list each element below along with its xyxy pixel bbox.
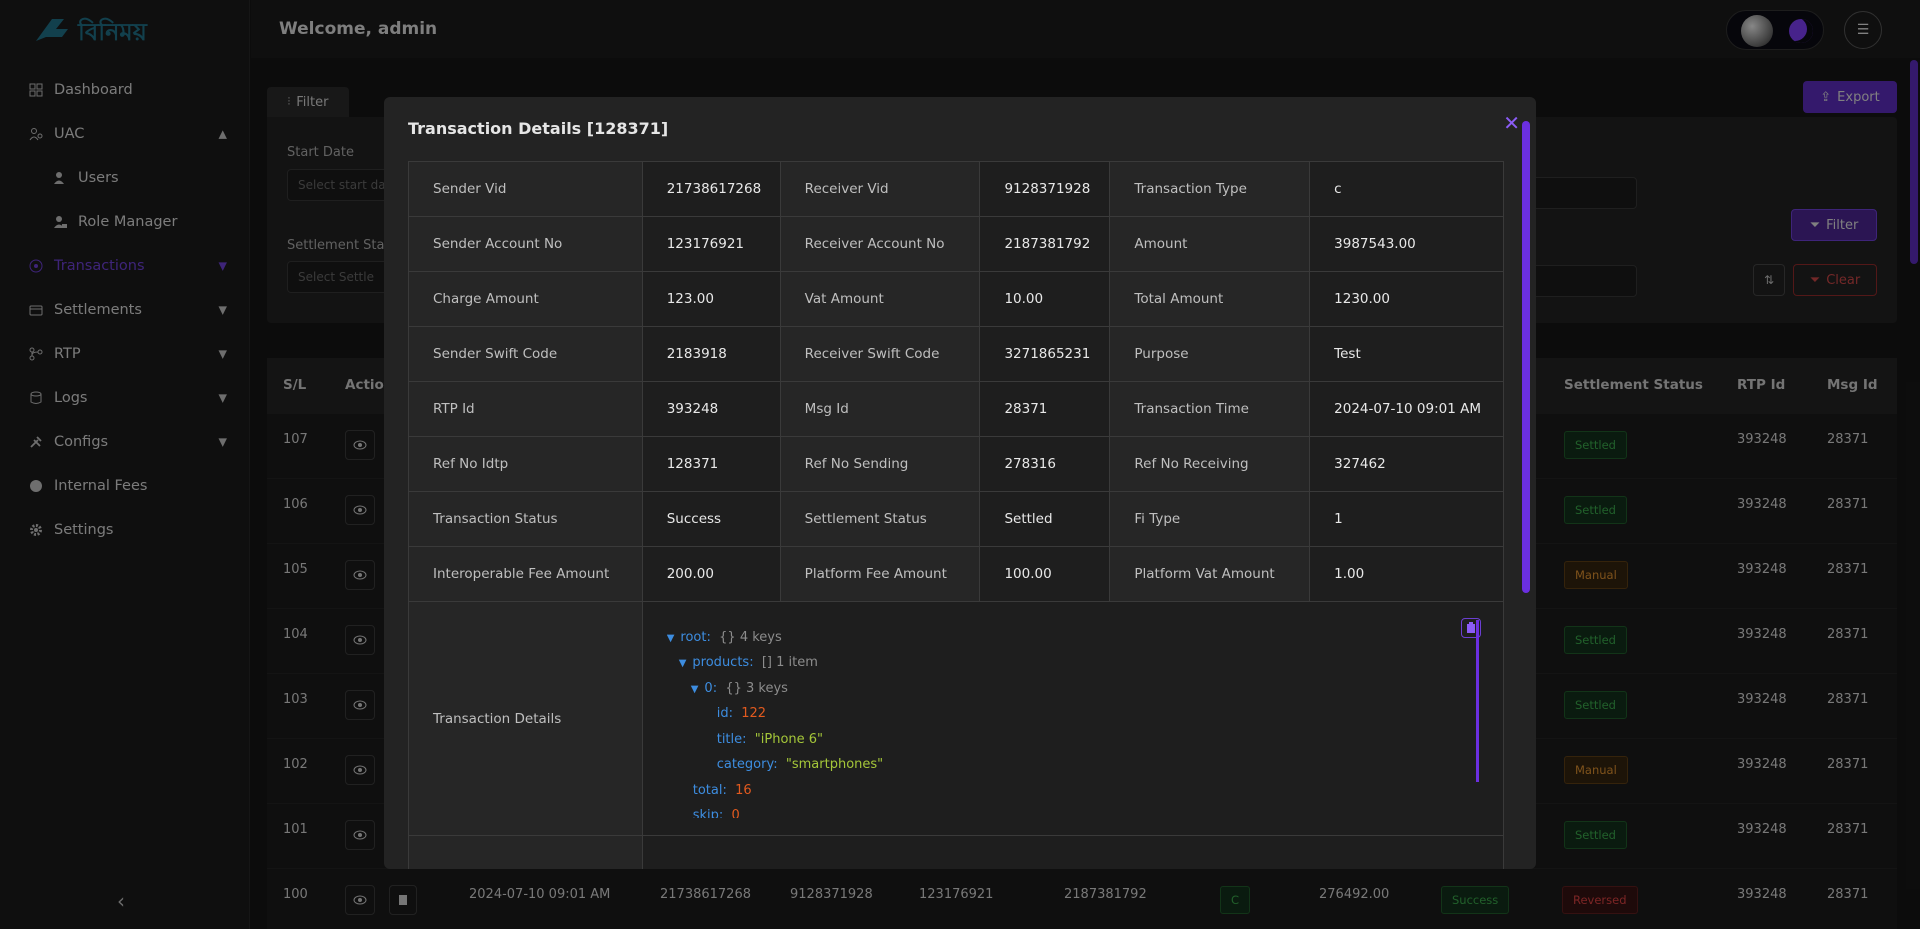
detail-label: Fi Type xyxy=(1109,491,1311,547)
detail-label: Vat Amount xyxy=(779,271,981,327)
detail-value: 1.00 xyxy=(1309,546,1504,602)
json-value: 122 xyxy=(741,706,767,721)
detail-value: 2187381792 xyxy=(979,216,1111,272)
modal-title: Transaction Details [128371] xyxy=(408,119,669,138)
detail-value: 3987543.00 xyxy=(1309,216,1504,272)
detail-label: Interoperable Fee Amount xyxy=(408,546,643,602)
detail-value: 128371 xyxy=(641,436,781,492)
detail-label: Ref No Sending xyxy=(779,436,981,492)
detail-value: 123176921 xyxy=(641,216,781,272)
details-table: Sender Vid 21738617268 Receiver Vid 9128371… xyxy=(408,161,1505,869)
json-meta: {} 3 keys xyxy=(725,681,788,696)
detail-value: 100.00 xyxy=(979,546,1111,602)
detail-value: 10.00 xyxy=(979,271,1111,327)
json-key: category: xyxy=(716,757,778,772)
detail-value: 2183918 xyxy=(641,326,781,382)
detail-value: 21738617268 xyxy=(641,161,781,217)
details-row xyxy=(408,835,1505,869)
details-cell xyxy=(408,835,643,869)
detail-value: 2024-07-10 09:01 AM xyxy=(1309,381,1504,437)
details-row: Ref No Idtp 128371 Ref No Sending 278316 Ref… xyxy=(408,436,1504,492)
close-icon[interactable]: ✕ xyxy=(1503,111,1520,135)
json-key: products: xyxy=(692,655,754,670)
detail-label: Settlement Status xyxy=(779,491,981,547)
json-item-0[interactable]: ▼ 0: {} 3 keys xyxy=(691,681,788,696)
details-row: Sender Account No 123176921 Receiver Accou… xyxy=(408,216,1504,272)
detail-label: Msg Id xyxy=(779,381,981,437)
detail-value: 123.00 xyxy=(641,271,781,327)
modal-scrollbar[interactable] xyxy=(1522,121,1530,593)
json-products[interactable]: ▼ products: [] 1 item xyxy=(679,655,818,670)
detail-value: 1230.00 xyxy=(1309,271,1504,327)
detail-value: 3271865231 xyxy=(979,326,1111,382)
triangle-down-icon: ▼ xyxy=(666,633,675,644)
detail-label: Transaction Status xyxy=(408,491,643,547)
detail-label: Total Amount xyxy=(1109,271,1311,327)
detail-label: Receiver Vid xyxy=(779,161,981,217)
detail-label: Ref No Idtp xyxy=(408,436,643,492)
detail-label: Charge Amount xyxy=(408,271,643,327)
json-meta: {} 4 keys xyxy=(719,630,782,645)
triangle-down-icon: ▼ xyxy=(678,658,687,669)
json-id: id: 122 xyxy=(717,706,766,721)
json-cell: ▼ root: {} 4 keys ▼ products: [] 1 item ▼ 0… xyxy=(641,601,1505,836)
detail-label: Receiver Account No xyxy=(779,216,981,272)
json-key: title: xyxy=(716,732,747,747)
detail-value: Success xyxy=(641,491,781,547)
detail-label: Transaction Type xyxy=(1109,161,1311,217)
detail-value: Test xyxy=(1309,326,1504,382)
json-row: Transaction Details ▼ root: {} 4 keys ▼ pr… xyxy=(408,601,1505,836)
json-scrollbar[interactable] xyxy=(1476,620,1479,782)
details-row: Sender Vid 21738617268 Receiver Vid 9128371… xyxy=(408,161,1504,217)
detail-label: Sender Vid xyxy=(408,161,643,217)
json-value: 16 xyxy=(735,783,752,798)
detail-label: Platform Vat Amount xyxy=(1109,546,1311,602)
details-row: Transaction Status Success Settlement Stat… xyxy=(408,491,1504,547)
detail-label: Sender Account No xyxy=(408,216,643,272)
json-category: category: "smartphones" xyxy=(717,757,883,772)
detail-label: Amount xyxy=(1109,216,1311,272)
json-total: total: 16 xyxy=(693,783,752,798)
detail-value: Settled xyxy=(979,491,1111,547)
json-key: 0: xyxy=(704,681,718,696)
detail-value: 9128371928 xyxy=(979,161,1111,217)
json-meta: [] 1 item xyxy=(761,655,818,670)
json-value: 0 xyxy=(731,808,740,818)
triangle-down-icon: ▼ xyxy=(690,684,699,695)
detail-label: Transaction Time xyxy=(1109,381,1311,437)
detail-label: Receiver Swift Code xyxy=(779,326,981,382)
detail-label: Ref No Receiving xyxy=(1109,436,1311,492)
detail-value: 393248 xyxy=(641,381,781,437)
json-value: "iPhone 6" xyxy=(754,732,824,747)
json-title: title: "iPhone 6" xyxy=(717,732,823,747)
json-label: Transaction Details xyxy=(408,601,643,836)
detail-label: Sender Swift Code xyxy=(408,326,643,382)
details-row: Interoperable Fee Amount 200.00 Platform F… xyxy=(408,546,1504,602)
json-value: "smartphones" xyxy=(785,757,884,772)
json-key: id: xyxy=(716,706,733,721)
details-row: Sender Swift Code 2183918 Receiver Swift C… xyxy=(408,326,1504,382)
detail-value: 200.00 xyxy=(641,546,781,602)
json-root[interactable]: ▼ root: {} 4 keys xyxy=(667,630,782,645)
detail-value: 327462 xyxy=(1309,436,1504,492)
json-key: total: xyxy=(692,783,727,798)
details-cell xyxy=(641,835,1505,869)
detail-value: 1 xyxy=(1309,491,1504,547)
detail-value: c xyxy=(1309,161,1504,217)
details-row: Charge Amount 123.00 Vat Amount 10.00 Total … xyxy=(408,271,1504,327)
transaction-details-modal: Transaction Details [128371] ✕ Sender Vi… xyxy=(384,97,1536,869)
json-skip: skip: 0 xyxy=(693,808,740,818)
details-row: RTP Id 393248 Msg Id 28371 Transaction Time 2… xyxy=(408,381,1504,437)
detail-value: 278316 xyxy=(979,436,1111,492)
detail-value: 28371 xyxy=(979,381,1111,437)
json-key: skip: xyxy=(692,808,724,818)
detail-label: RTP Id xyxy=(408,381,643,437)
detail-label: Platform Fee Amount xyxy=(779,546,981,602)
json-viewer: ▼ root: {} 4 keys ▼ products: [] 1 item ▼ 0… xyxy=(667,622,1507,818)
json-key: root: xyxy=(680,630,711,645)
detail-label: Purpose xyxy=(1109,326,1311,382)
